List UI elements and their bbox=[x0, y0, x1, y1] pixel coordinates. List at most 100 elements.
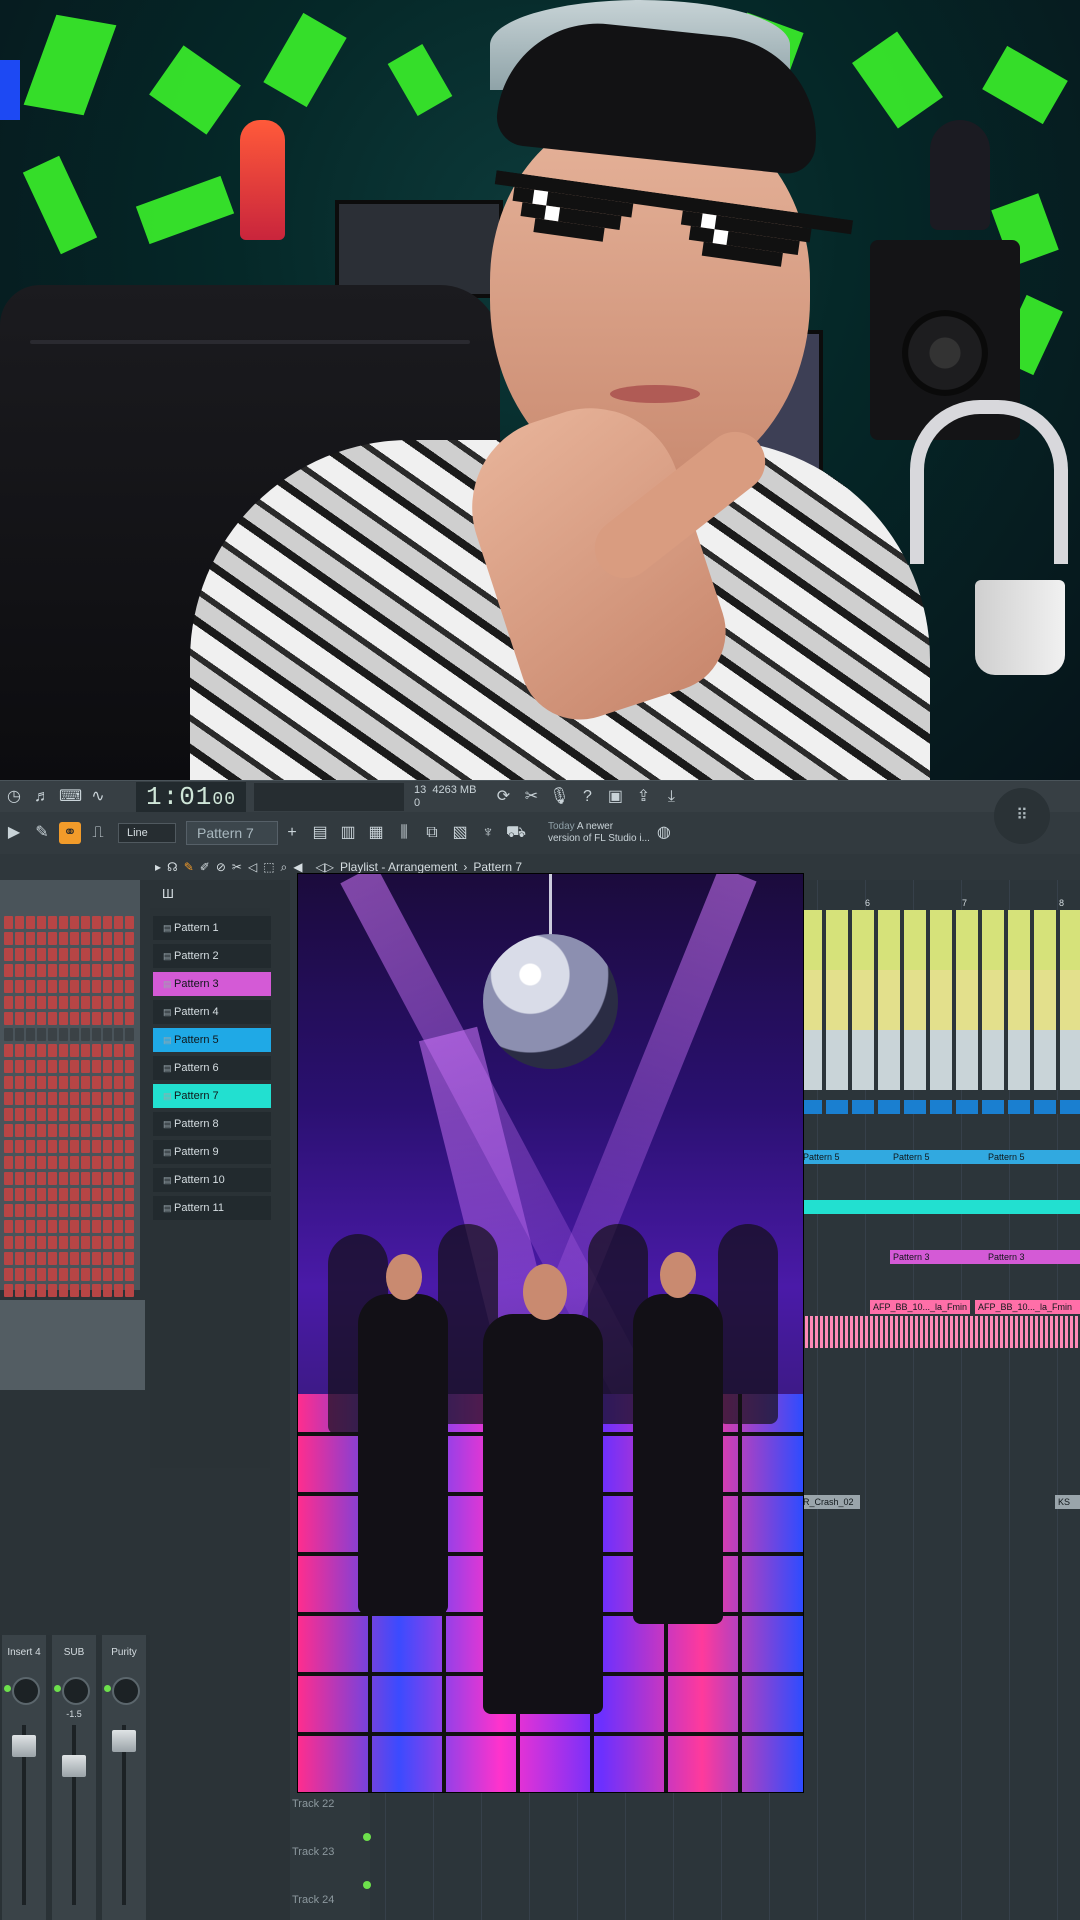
pattern-item[interactable]: Pattern 3 bbox=[153, 972, 271, 996]
pattern-item[interactable]: Pattern 7 bbox=[153, 1084, 271, 1108]
step-button[interactable] bbox=[15, 948, 24, 961]
step-button[interactable] bbox=[92, 1220, 101, 1233]
step-button[interactable] bbox=[125, 1076, 134, 1089]
step-button[interactable] bbox=[114, 1268, 123, 1281]
step-button[interactable] bbox=[37, 1076, 46, 1089]
step-button[interactable] bbox=[26, 1236, 35, 1249]
step-button[interactable] bbox=[15, 1252, 24, 1265]
step-button[interactable] bbox=[15, 1156, 24, 1169]
step-button[interactable] bbox=[125, 1140, 134, 1153]
step-button[interactable] bbox=[114, 1028, 123, 1041]
step-button[interactable] bbox=[37, 1108, 46, 1121]
step-button[interactable] bbox=[15, 1028, 24, 1041]
pan-knob[interactable] bbox=[112, 1677, 140, 1705]
tuner-icon[interactable]: ♆ bbox=[477, 822, 499, 844]
step-button[interactable] bbox=[103, 1268, 112, 1281]
step-button[interactable] bbox=[59, 1268, 68, 1281]
play-icon[interactable]: ▸ bbox=[155, 860, 161, 874]
step-button[interactable] bbox=[48, 1044, 57, 1057]
step-button[interactable] bbox=[114, 1252, 123, 1265]
playlist-clip[interactable]: AFP_BB_10..._la_Fmin bbox=[870, 1300, 970, 1314]
headphones-icon[interactable]: ☊ bbox=[167, 860, 178, 874]
step-button[interactable] bbox=[59, 1284, 68, 1297]
step-button[interactable] bbox=[59, 1060, 68, 1073]
step-button[interactable] bbox=[48, 1076, 57, 1089]
select-icon[interactable]: ⬚ bbox=[263, 860, 274, 874]
step-button[interactable] bbox=[125, 1156, 134, 1169]
playlist-clip[interactable]: Pattern 5 bbox=[985, 1150, 1080, 1164]
step-button[interactable] bbox=[59, 1188, 68, 1201]
pan-knob[interactable] bbox=[62, 1677, 90, 1705]
paint-icon[interactable]: ✐ bbox=[200, 860, 210, 874]
step-button[interactable] bbox=[26, 932, 35, 945]
step-button[interactable] bbox=[103, 1012, 112, 1025]
step-button[interactable] bbox=[81, 1060, 90, 1073]
step-button[interactable] bbox=[48, 948, 57, 961]
playlist-clip[interactable]: Pattern 3 bbox=[985, 1250, 1080, 1264]
step-button[interactable] bbox=[70, 1092, 79, 1105]
step-button[interactable] bbox=[48, 1108, 57, 1121]
step-button[interactable] bbox=[92, 916, 101, 929]
step-button[interactable] bbox=[70, 1284, 79, 1297]
step-button[interactable] bbox=[81, 1140, 90, 1153]
step-button[interactable] bbox=[15, 1012, 24, 1025]
piano-roll-icon[interactable]: ▥ bbox=[337, 822, 359, 844]
pattern-item[interactable]: Pattern 2 bbox=[153, 944, 271, 968]
step-button[interactable] bbox=[103, 1236, 112, 1249]
pattern-7-clip[interactable] bbox=[800, 1200, 1080, 1214]
step-button[interactable] bbox=[114, 1140, 123, 1153]
step-button[interactable] bbox=[26, 1092, 35, 1105]
step-button[interactable] bbox=[92, 948, 101, 961]
step-button[interactable] bbox=[48, 1220, 57, 1233]
step-button[interactable] bbox=[70, 1172, 79, 1185]
step-button[interactable] bbox=[15, 1204, 24, 1217]
step-button[interactable] bbox=[70, 932, 79, 945]
playlist-clip[interactable]: Pattern 3 bbox=[890, 1250, 985, 1264]
step-button[interactable] bbox=[81, 948, 90, 961]
track-label[interactable]: Track 23 bbox=[290, 1846, 372, 1858]
step-button[interactable] bbox=[114, 916, 123, 929]
step-button[interactable] bbox=[103, 1140, 112, 1153]
step-button[interactable] bbox=[103, 1220, 112, 1233]
pattern-selector[interactable]: Pattern 7 bbox=[186, 821, 278, 845]
step-button[interactable] bbox=[92, 1012, 101, 1025]
step-button[interactable] bbox=[26, 996, 35, 1009]
mixer-strip[interactable]: Insert 4 bbox=[2, 1635, 46, 1920]
audio-clip-row[interactable] bbox=[800, 1030, 1080, 1090]
step-button[interactable] bbox=[125, 1060, 134, 1073]
step-button[interactable] bbox=[4, 1060, 13, 1073]
step-button[interactable] bbox=[26, 1204, 35, 1217]
step-button[interactable] bbox=[70, 1268, 79, 1281]
step-button[interactable] bbox=[37, 1140, 46, 1153]
volume-fader[interactable] bbox=[112, 1730, 136, 1752]
step-button[interactable] bbox=[125, 916, 134, 929]
step-button[interactable] bbox=[48, 1204, 57, 1217]
step-button[interactable] bbox=[59, 1028, 68, 1041]
step-button[interactable] bbox=[59, 1156, 68, 1169]
step-button[interactable] bbox=[103, 916, 112, 929]
step-button[interactable] bbox=[125, 1108, 134, 1121]
step-button[interactable] bbox=[92, 964, 101, 977]
step-button[interactable] bbox=[37, 1220, 46, 1233]
step-button[interactable] bbox=[70, 1156, 79, 1169]
step-button[interactable] bbox=[37, 1284, 46, 1297]
step-button[interactable] bbox=[103, 1108, 112, 1121]
step-button[interactable] bbox=[92, 1284, 101, 1297]
step-button[interactable] bbox=[70, 1124, 79, 1137]
step-button[interactable] bbox=[92, 996, 101, 1009]
step-button[interactable] bbox=[37, 1012, 46, 1025]
step-button[interactable] bbox=[37, 932, 46, 945]
export-icon[interactable]: ⇪ bbox=[632, 786, 654, 808]
step-button[interactable] bbox=[103, 1188, 112, 1201]
step-button[interactable] bbox=[15, 1092, 24, 1105]
step-button[interactable] bbox=[48, 1172, 57, 1185]
step-button[interactable] bbox=[59, 948, 68, 961]
speaker-icon[interactable]: ◀ bbox=[293, 860, 302, 874]
breadcrumb-root[interactable]: Playlist - Arrangement bbox=[340, 860, 457, 874]
step-button[interactable] bbox=[114, 1204, 123, 1217]
zoom-icon[interactable]: ⌕ bbox=[281, 860, 288, 875]
step-button[interactable] bbox=[48, 1124, 57, 1137]
step-button[interactable] bbox=[37, 964, 46, 977]
step-button[interactable] bbox=[15, 1284, 24, 1297]
step-button[interactable] bbox=[103, 1028, 112, 1041]
